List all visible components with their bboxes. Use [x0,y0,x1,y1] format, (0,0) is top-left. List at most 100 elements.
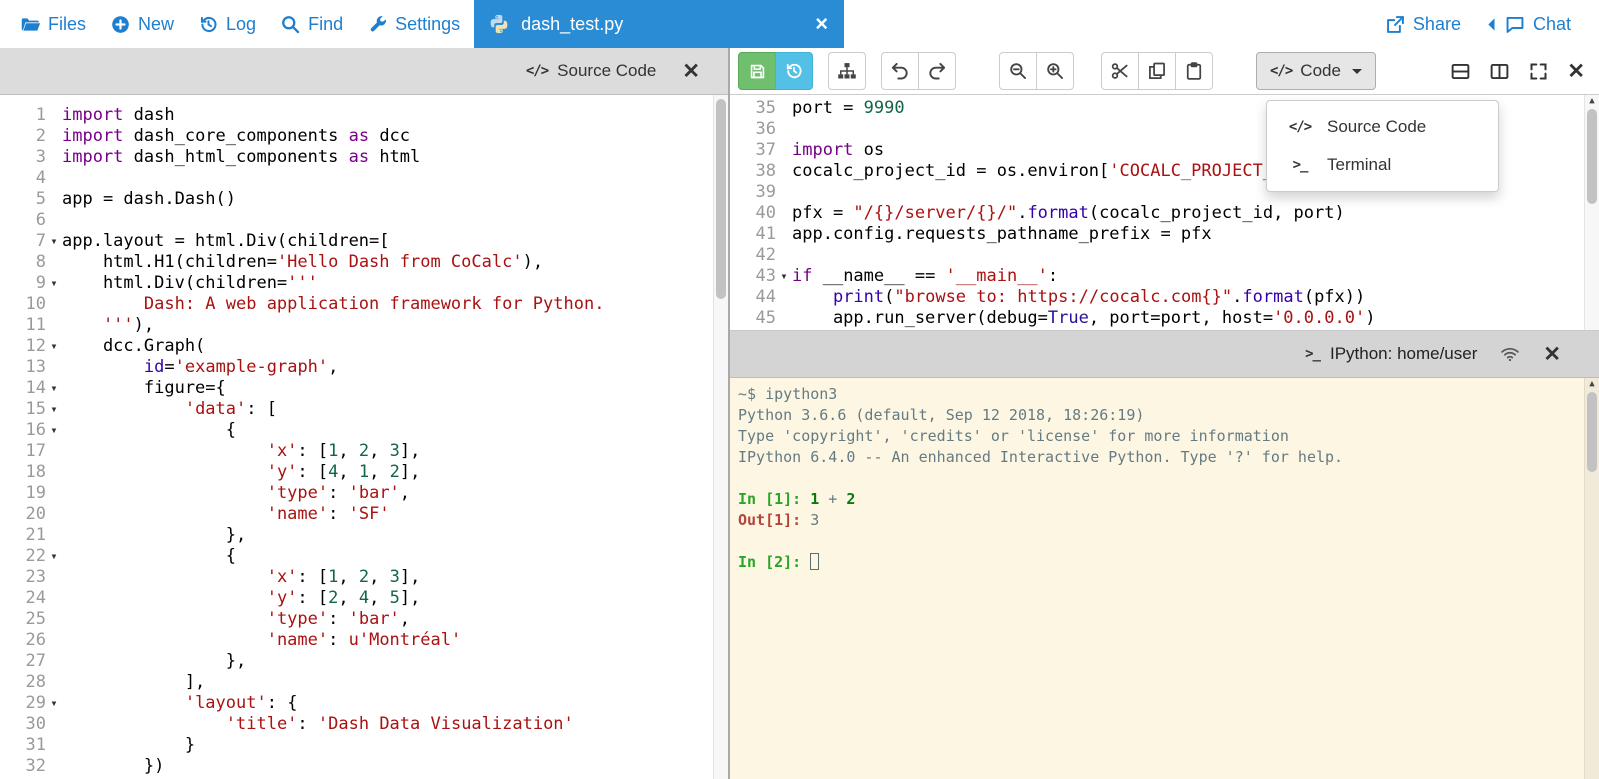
menu-item-terminal[interactable]: >_ Terminal [1267,146,1498,184]
undo-redo-group [881,52,956,90]
frame-controls: ✕ [1450,61,1585,82]
close-frame-icon[interactable]: ✕ [682,61,700,82]
sitemap-button[interactable] [828,52,866,90]
code-line[interactable]: 31 } [0,735,728,756]
code-line[interactable]: 14 ▾ figure={ [0,378,728,399]
sitemap-icon [838,63,856,79]
redo-icon [929,62,946,80]
code-line[interactable]: 7 ▾ app.layout = html.Div(children=[ [0,231,728,252]
code-line[interactable]: 44 print("browse to: https://cocalc.com{… [730,287,1599,308]
code-line[interactable]: 18 'y': [4, 1, 2], [0,462,728,483]
code-line[interactable]: 42 [730,245,1599,266]
code-line[interactable]: 26 'name': u'Montréal' [0,630,728,651]
code-line[interactable]: 19 'type': 'bar', [0,483,728,504]
code-line[interactable]: 24 'y': [2, 4, 5], [0,588,728,609]
log-button[interactable]: Log [186,0,268,48]
nav-buttons: Files New Log Find Settings [0,0,472,48]
code-line[interactable]: 25 'type': 'bar', [0,609,728,630]
left-editor-scrollbar[interactable] [713,95,728,779]
fullscreen-button[interactable] [1528,61,1549,82]
code-line[interactable]: 43 ▾ if __name__ == '__main__': [730,266,1599,287]
code-line[interactable]: 20 'name': 'SF' [0,504,728,525]
code-dropdown-button[interactable]: </> Code [1256,52,1376,90]
copy-button[interactable] [1138,52,1176,90]
undo-icon [891,62,908,80]
terminal-title: >_ IPython: home/user [1305,344,1477,364]
code-line[interactable]: 17 'x': [1, 2, 3], [0,441,728,462]
settings-button[interactable]: Settings [355,0,472,48]
code-dropdown-menu: </> Source Code >_ Terminal [1266,100,1499,192]
share-label: Share [1412,13,1461,34]
code-line[interactable]: 40 pfx = "/{}/server/{}/".format(cocalc_p… [730,203,1599,224]
folder-open-icon [21,17,41,31]
zoom-in-button[interactable] [1036,52,1074,90]
caret-left-icon [1488,17,1495,31]
code-line[interactable]: 21 }, [0,525,728,546]
split-vertical-icon [1491,63,1509,79]
terminal-line: ~$ ipython3 [738,385,838,403]
code-line[interactable]: 2 import dash_core_components as dcc [0,126,728,147]
code-line[interactable]: 4 [0,168,728,189]
undo-button[interactable] [881,52,919,90]
terminal-title-label: IPython: home/user [1329,344,1478,363]
code-line[interactable]: 12 ▾ dcc.Graph( [0,336,728,357]
source-editor-left[interactable]: 1 import dash 2 import dash_core_components… [0,95,728,779]
terminal-line: IPython 6.4.0 -- An enhanced Interactive… [738,448,1344,466]
code-line[interactable]: 9 ▾ html.Div(children=''' [0,273,728,294]
redo-button[interactable] [918,52,956,90]
code-line[interactable]: 16 ▾ { [0,420,728,441]
top-navbar: Files New Log Find Settings dash_test.py [0,0,1599,48]
python-icon [490,14,508,34]
code-line[interactable]: 15 ▾ 'data': [ [0,399,728,420]
code-line[interactable]: 8 html.H1(children='Hello Dash from CoCa… [0,252,728,273]
code-line[interactable]: 29 ▾ 'layout': { [0,693,728,714]
plus-circle-icon [112,15,129,33]
tab-close-icon[interactable]: × [813,13,830,35]
code-dropdown-label: Code [1300,61,1341,80]
menu-item-source-code[interactable]: </> Source Code [1267,108,1498,146]
code-line[interactable]: 28 ], [0,672,728,693]
code-line[interactable]: 30 'title': 'Dash Data Visualization' [0,714,728,735]
split-horizontal-button[interactable] [1450,61,1471,82]
find-button[interactable]: Find [268,0,355,48]
cut-button[interactable] [1101,52,1139,90]
tab-dash-test-py[interactable]: dash_test.py × [474,0,845,48]
timetravel-button[interactable] [775,52,813,90]
frame-title-label: Source Code [557,61,657,80]
scroll-up-icon[interactable]: ▲ [1585,96,1599,106]
code-line[interactable]: 45 app.run_server(debug=True, port=port,… [730,308,1599,329]
terminal-scrollbar[interactable]: ▲ [1584,378,1599,779]
code-line[interactable]: 32 }) [0,756,728,777]
split-vertical-button[interactable] [1489,61,1510,82]
right-editor-scrollbar[interactable]: ▲ [1584,95,1599,330]
code-line[interactable]: 6 [0,210,728,231]
close-terminal-icon[interactable]: ✕ [1543,344,1561,365]
find-label: Find [308,13,344,34]
search-icon [282,15,300,33]
code-line[interactable]: 10 Dash: A web application framework for… [0,294,728,315]
save-group [738,52,813,90]
terminal-icon: >_ [1292,157,1309,173]
scroll-up-icon[interactable]: ▲ [1585,379,1599,389]
files-button[interactable]: Files [8,0,98,48]
code-line[interactable]: 41 app.config.requests_pathname_prefix = … [730,224,1599,245]
zoom-out-button[interactable] [999,52,1037,90]
code-line[interactable]: 11 '''), [0,315,728,336]
share-button[interactable]: Share [1373,0,1473,48]
code-line[interactable]: 13 id='example-graph', [0,357,728,378]
right-frame: </> Code ✕ 35 port = 9990 36 37 import o… [730,48,1599,779]
chat-button[interactable]: Chat [1473,0,1583,48]
terminal-output[interactable]: ~$ ipython3 Python 3.6.6 (default, Sep 12… [730,378,1599,779]
paste-button[interactable] [1175,52,1213,90]
settings-label: Settings [395,13,461,34]
close-frame-icon[interactable]: ✕ [1567,61,1585,82]
code-line[interactable]: 5 app = dash.Dash() [0,189,728,210]
code-line[interactable]: 1 import dash [0,105,728,126]
new-button[interactable]: New [98,0,186,48]
code-line[interactable]: 23 'x': [1, 2, 3], [0,567,728,588]
code-line[interactable]: 3 import dash_html_components as html [0,147,728,168]
save-button[interactable] [738,52,776,90]
wrench-icon [370,15,387,31]
code-line[interactable]: 22 ▾ { [0,546,728,567]
code-line[interactable]: 27 }, [0,651,728,672]
